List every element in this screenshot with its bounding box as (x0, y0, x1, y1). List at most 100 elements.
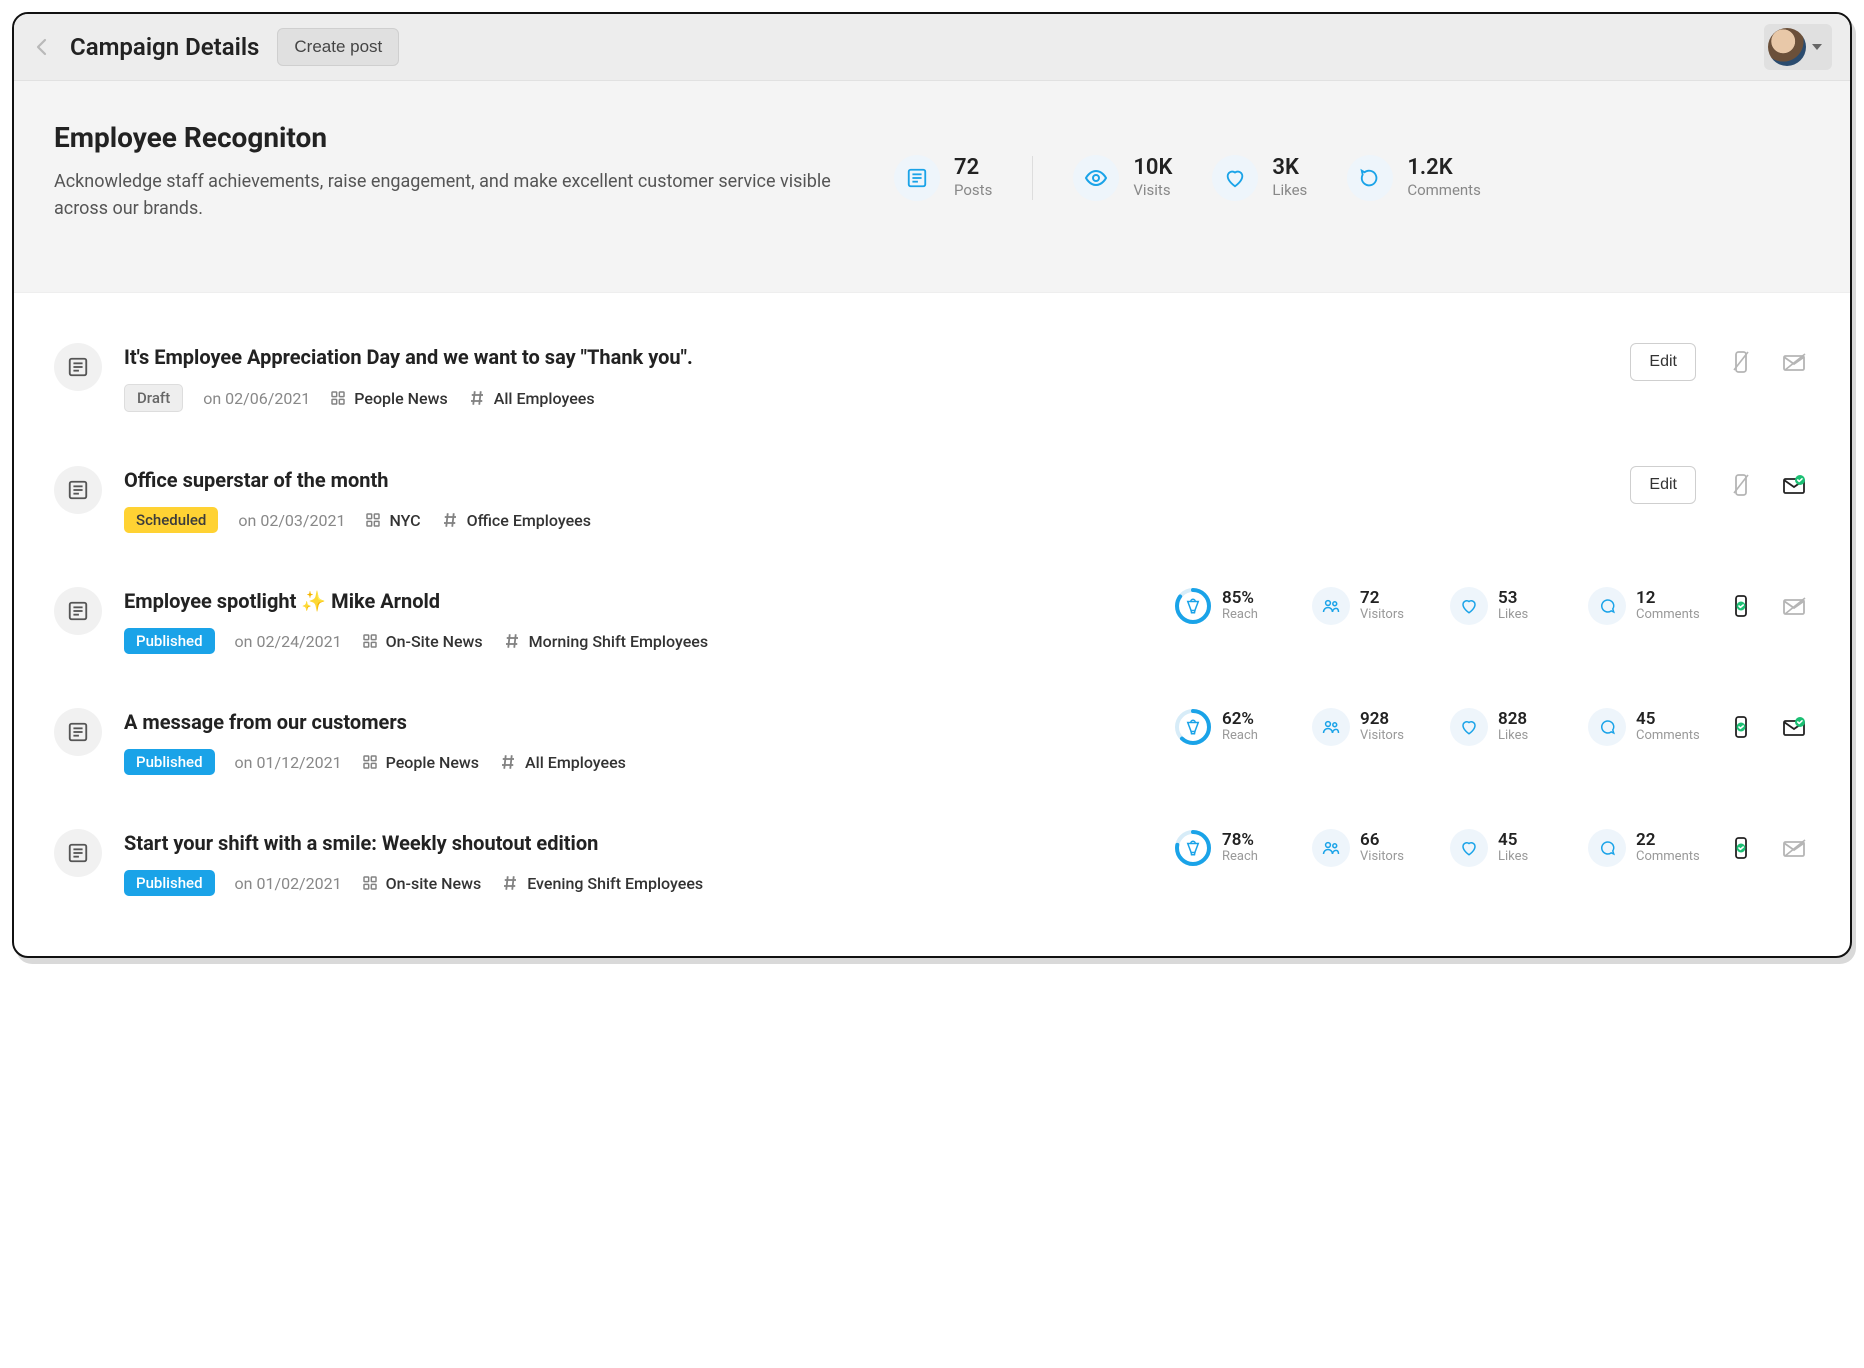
post-title[interactable]: Start your shift with a smile: Weekly sh… (124, 829, 1152, 858)
email-channel-icon[interactable] (1780, 834, 1810, 862)
comment-icon (1347, 155, 1393, 201)
post-category[interactable]: People News (330, 389, 447, 408)
chevron-down-icon (1812, 44, 1822, 50)
mini-comments-label: Comments (1636, 607, 1700, 622)
grid-icon (365, 512, 381, 528)
post-date: on 02/24/2021 (235, 632, 342, 651)
post-date: on 01/02/2021 (235, 874, 342, 893)
grid-icon (362, 754, 378, 770)
push-channel-icon[interactable] (1726, 348, 1756, 376)
campaign-description: Acknowledge staff achievements, raise en… (54, 168, 834, 222)
mini-stat-visitors: 66Visitors (1312, 829, 1420, 867)
post-category[interactable]: On-site News (362, 874, 482, 893)
mini-stat-reach: 62%Reach (1174, 708, 1282, 746)
channel-icons (1716, 834, 1810, 862)
stat-comments: 1.2K Comments (1347, 155, 1481, 201)
post-metrics: 62%Reach 928Visitors 828Likes 45Comments (1174, 708, 1696, 746)
visitors-icon (1312, 829, 1350, 867)
email-channel-icon[interactable] (1780, 713, 1810, 741)
back-button[interactable] (32, 37, 52, 57)
post-audience[interactable]: Morning Shift Employees (503, 632, 708, 651)
post-meta: Publishedon 01/12/2021People NewsAll Emp… (124, 749, 1152, 775)
post-audience[interactable]: Office Employees (441, 511, 591, 530)
grid-icon (330, 390, 346, 406)
post-audience[interactable]: Evening Shift Employees (501, 874, 703, 893)
edit-button[interactable]: Edit (1630, 343, 1696, 381)
post-metrics: 85%Reach72Visitors53Likes12Comments (1174, 587, 1696, 625)
post-row: Start your shift with a smile: Weekly sh… (54, 829, 1810, 896)
hash-icon (468, 389, 486, 407)
mini-visitors-label: Visitors (1360, 607, 1404, 622)
post-audience[interactable]: All Employees (468, 389, 595, 408)
mini-comments-value: 45 (1636, 711, 1700, 729)
email-channel-icon[interactable] (1780, 348, 1810, 376)
page-title: Campaign Details (70, 33, 259, 61)
mini-likes-value: 53 (1498, 590, 1528, 608)
post-title[interactable]: A message from our customers (124, 708, 1152, 737)
post-main: It's Employee Appreciation Day and we wa… (124, 343, 1608, 412)
mini-comments-label: Comments (1636, 728, 1700, 743)
post-date: on 02/06/2021 (203, 389, 310, 408)
stat-posts-value: 72 (954, 156, 992, 180)
edit-button[interactable]: Edit (1630, 466, 1696, 504)
post-right: Edit (1630, 466, 1810, 504)
post-right: 85%Reach 72Visitors 53Likes 12Comments (1174, 587, 1810, 625)
post-category[interactable]: People News (362, 753, 479, 772)
mini-stat-visitors: 72Visitors (1312, 587, 1420, 625)
mini-likes-label: Likes (1498, 607, 1528, 622)
push-channel-icon[interactable] (1726, 713, 1756, 741)
push-channel-icon[interactable] (1726, 471, 1756, 499)
grid-icon (362, 875, 378, 891)
post-category[interactable]: On-Site News (362, 632, 483, 651)
post-type-icon (54, 587, 102, 635)
email-channel-icon[interactable] (1780, 471, 1810, 499)
mini-stat-likes: 828Likes (1450, 708, 1558, 746)
post-title[interactable]: Employee spotlight ✨ Mike Arnold (124, 587, 1152, 616)
mini-visitors-label: Visitors (1360, 849, 1404, 864)
mini-stat-comments: 22Comments (1588, 829, 1696, 867)
user-menu[interactable] (1764, 24, 1832, 70)
stat-visits-value: 10K (1133, 156, 1172, 180)
stat-likes-value: 3K (1272, 156, 1307, 180)
hash-icon (501, 874, 519, 892)
topbar: Campaign Details Create post (14, 14, 1850, 81)
mini-stat-reach: 78%Reach (1174, 829, 1282, 867)
post-right: Edit (1630, 343, 1810, 381)
post-type-icon (54, 343, 102, 391)
post-main: A message from our customers Publishedon … (124, 708, 1152, 775)
mini-visitors-value: 72 (1360, 590, 1404, 608)
post-audience[interactable]: All Employees (499, 753, 626, 772)
visitors-icon (1312, 587, 1350, 625)
email-channel-icon[interactable] (1780, 592, 1810, 620)
post-main: Employee spotlight ✨ Mike ArnoldPublishe… (124, 587, 1152, 654)
mini-stat-reach: 85%Reach (1174, 587, 1282, 625)
post-category[interactable]: NYC (365, 511, 420, 530)
comment-icon (1588, 708, 1626, 746)
mini-stat-comments: 45Comments (1588, 708, 1696, 746)
post-row: It's Employee Appreciation Day and we wa… (54, 343, 1810, 412)
post-main: Start your shift with a smile: Weekly sh… (124, 829, 1152, 896)
mini-visitors-value: 66 (1360, 832, 1404, 850)
mini-visitors-label: Visitors (1360, 728, 1404, 743)
push-channel-icon[interactable] (1726, 592, 1756, 620)
post-title[interactable]: It's Employee Appreciation Day and we wa… (124, 343, 1608, 372)
push-channel-icon[interactable] (1726, 834, 1756, 862)
mini-comments-value: 22 (1636, 832, 1700, 850)
mini-comments-value: 12 (1636, 590, 1700, 608)
mini-stat-visitors: 928Visitors (1312, 708, 1420, 746)
status-badge: Draft (124, 384, 183, 412)
posts-list: It's Employee Appreciation Day and we wa… (14, 293, 1850, 956)
channel-icons (1716, 348, 1810, 376)
create-post-button[interactable]: Create post (277, 28, 399, 66)
post-title[interactable]: Office superstar of the month (124, 466, 1608, 495)
mini-reach-label: Reach (1222, 728, 1258, 743)
stat-likes: 3K Likes (1212, 155, 1307, 201)
reach-icon (1174, 829, 1212, 867)
reach-icon (1174, 587, 1212, 625)
post-row: Office superstar of the monthScheduledon… (54, 466, 1810, 533)
status-badge: Scheduled (124, 507, 218, 533)
avatar (1768, 28, 1806, 66)
channel-icons (1716, 471, 1810, 499)
eye-icon (1073, 155, 1119, 201)
heart-icon (1450, 708, 1488, 746)
